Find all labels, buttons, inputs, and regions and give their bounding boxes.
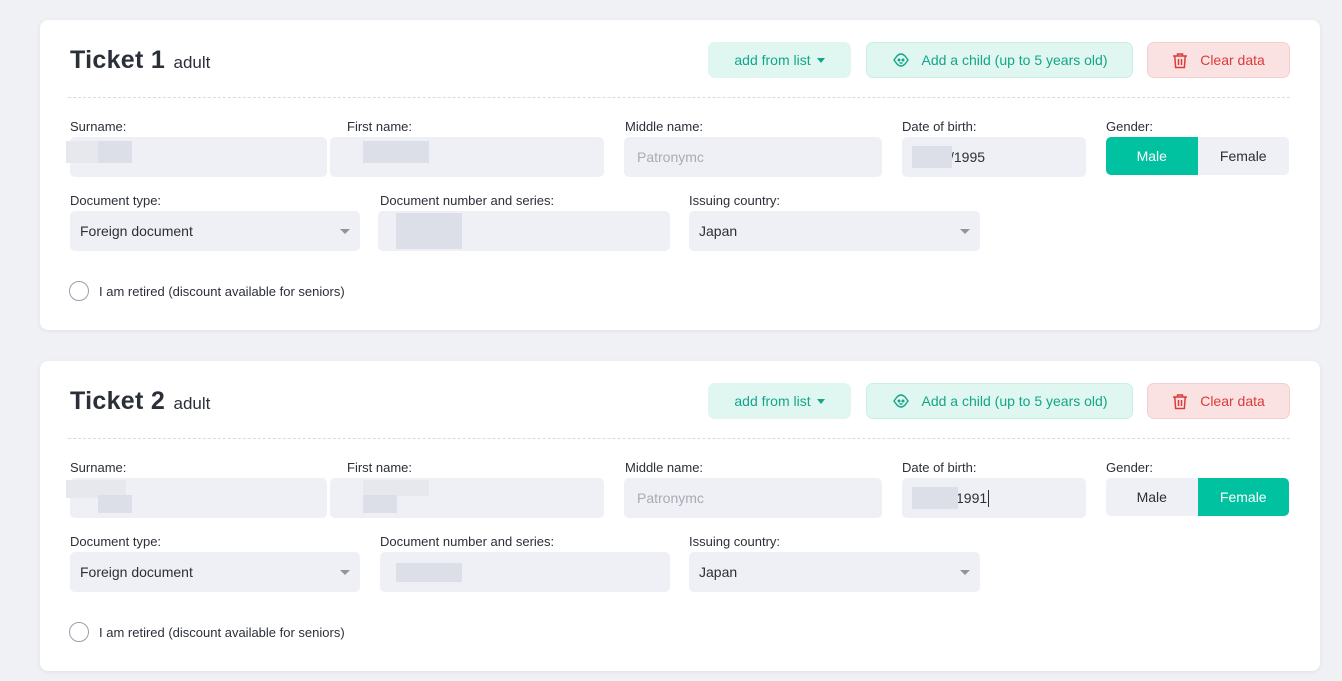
redacted-area xyxy=(363,141,429,163)
surname-label: Surname: xyxy=(70,119,127,134)
trash-icon xyxy=(1172,393,1188,410)
middle-name-label: Middle name: xyxy=(625,460,704,475)
chevron-down-icon xyxy=(816,58,825,63)
retired-label: I am retired (discount available for sen… xyxy=(99,283,345,299)
document-type-label: Document type: xyxy=(70,534,162,549)
middle-name-field[interactable]: Patronymc xyxy=(624,137,882,177)
ticket-number: Ticket 2 xyxy=(70,387,166,415)
redacted-area xyxy=(363,480,429,496)
dob-value: 1991 xyxy=(956,490,988,506)
retired-checkbox-row[interactable]: I am retired (discount available for sen… xyxy=(69,281,345,301)
dob-field[interactable]: /1995 xyxy=(902,137,1086,177)
ticket-title: Ticket 2 adult xyxy=(70,387,210,416)
middle-name-placeholder: Patronymc xyxy=(637,490,704,506)
middle-name-placeholder: Patronymc xyxy=(637,149,704,165)
retired-checkbox-row[interactable]: I am retired (discount available for sen… xyxy=(69,622,345,642)
middle-name-field[interactable]: Patronymc xyxy=(624,478,882,518)
add-from-list-label: add from list xyxy=(734,393,811,409)
document-number-label: Document number and series: xyxy=(380,534,555,549)
chevron-down-icon xyxy=(960,229,970,234)
add-child-button[interactable]: Add a child (up to 5 years old) xyxy=(866,42,1133,78)
first-name-label: First name: xyxy=(347,119,413,134)
ticket-passenger-type: adult xyxy=(173,394,211,413)
dob-label: Date of birth: xyxy=(902,119,977,134)
child-face-icon xyxy=(892,393,910,409)
add-child-button[interactable]: Add a child (up to 5 years old) xyxy=(866,383,1133,419)
redacted-area xyxy=(98,495,132,513)
retired-checkbox[interactable] xyxy=(69,281,89,301)
document-type-value: Foreign document xyxy=(80,564,193,580)
gender-male-button[interactable]: Male xyxy=(1106,478,1198,516)
add-from-list-button[interactable]: add from list xyxy=(708,42,851,78)
add-child-label: Add a child (up to 5 years old) xyxy=(921,393,1108,409)
clear-data-label: Clear data xyxy=(1200,393,1265,409)
first-name-label: First name: xyxy=(347,460,413,475)
add-from-list-button[interactable]: add from list xyxy=(708,383,851,419)
document-number-field[interactable] xyxy=(378,211,670,251)
issuing-country-select[interactable]: Japan xyxy=(689,211,980,251)
dob-value: /1995 xyxy=(950,149,986,165)
section-divider xyxy=(68,438,1290,439)
add-from-list-label: add from list xyxy=(734,52,811,68)
first-name-field[interactable] xyxy=(330,478,604,518)
document-type-select[interactable]: Foreign document xyxy=(70,552,360,592)
surname-field[interactable] xyxy=(66,137,327,177)
add-child-label: Add a child (up to 5 years old) xyxy=(921,52,1108,68)
gender-female-button[interactable]: Female xyxy=(1197,137,1289,175)
redacted-area xyxy=(363,495,397,513)
middle-name-label: Middle name: xyxy=(625,119,704,134)
document-number-field[interactable] xyxy=(380,552,670,592)
retired-label: I am retired (discount available for sen… xyxy=(99,624,345,640)
ticket-title: Ticket 1 adult xyxy=(70,46,210,75)
surname-label: Surname: xyxy=(70,460,127,475)
chevron-down-icon xyxy=(960,570,970,575)
gender-label: Gender: xyxy=(1106,460,1153,475)
issuing-country-value: Japan xyxy=(699,223,738,239)
chevron-down-icon xyxy=(340,570,350,575)
redacted-area xyxy=(912,487,958,509)
document-type-select[interactable]: Foreign document xyxy=(70,211,360,251)
gender-male-button[interactable]: Male xyxy=(1106,137,1198,175)
document-type-value: Foreign document xyxy=(80,223,193,239)
ticket-passenger-type: adult xyxy=(173,53,211,72)
trash-icon xyxy=(1172,52,1188,69)
ticket-card-1: Ticket 1 adult add from list Add a child… xyxy=(40,20,1320,330)
gender-label: Gender: xyxy=(1106,119,1153,134)
document-type-label: Document type: xyxy=(70,193,162,208)
clear-data-button[interactable]: Clear data xyxy=(1147,383,1290,419)
dob-field[interactable]: 1991 xyxy=(902,478,1086,518)
issuing-country-label: Issuing country: xyxy=(689,534,781,549)
redacted-area xyxy=(396,563,462,582)
ticket-number: Ticket 1 xyxy=(70,46,166,74)
surname-field[interactable] xyxy=(66,478,327,518)
section-divider xyxy=(68,97,1290,98)
gender-toggle: Male Female xyxy=(1106,137,1289,175)
chevron-down-icon xyxy=(816,399,825,404)
gender-female-button[interactable]: Female xyxy=(1197,478,1289,516)
redacted-area xyxy=(396,213,462,249)
clear-data-button[interactable]: Clear data xyxy=(1147,42,1290,78)
redacted-area xyxy=(912,146,952,168)
chevron-down-icon xyxy=(340,229,350,234)
document-number-label: Document number and series: xyxy=(380,193,555,208)
first-name-field[interactable] xyxy=(330,137,604,177)
redacted-area xyxy=(98,141,132,163)
text-cursor xyxy=(988,489,990,507)
issuing-country-label: Issuing country: xyxy=(689,193,781,208)
issuing-country-select[interactable]: Japan xyxy=(689,552,980,592)
issuing-country-value: Japan xyxy=(699,564,738,580)
gender-toggle: Male Female xyxy=(1106,478,1289,516)
clear-data-label: Clear data xyxy=(1200,52,1265,68)
retired-checkbox[interactable] xyxy=(69,622,89,642)
dob-label: Date of birth: xyxy=(902,460,977,475)
ticket-card-2: Ticket 2 adult add from list Add a child… xyxy=(40,361,1320,671)
child-face-icon xyxy=(892,52,910,68)
